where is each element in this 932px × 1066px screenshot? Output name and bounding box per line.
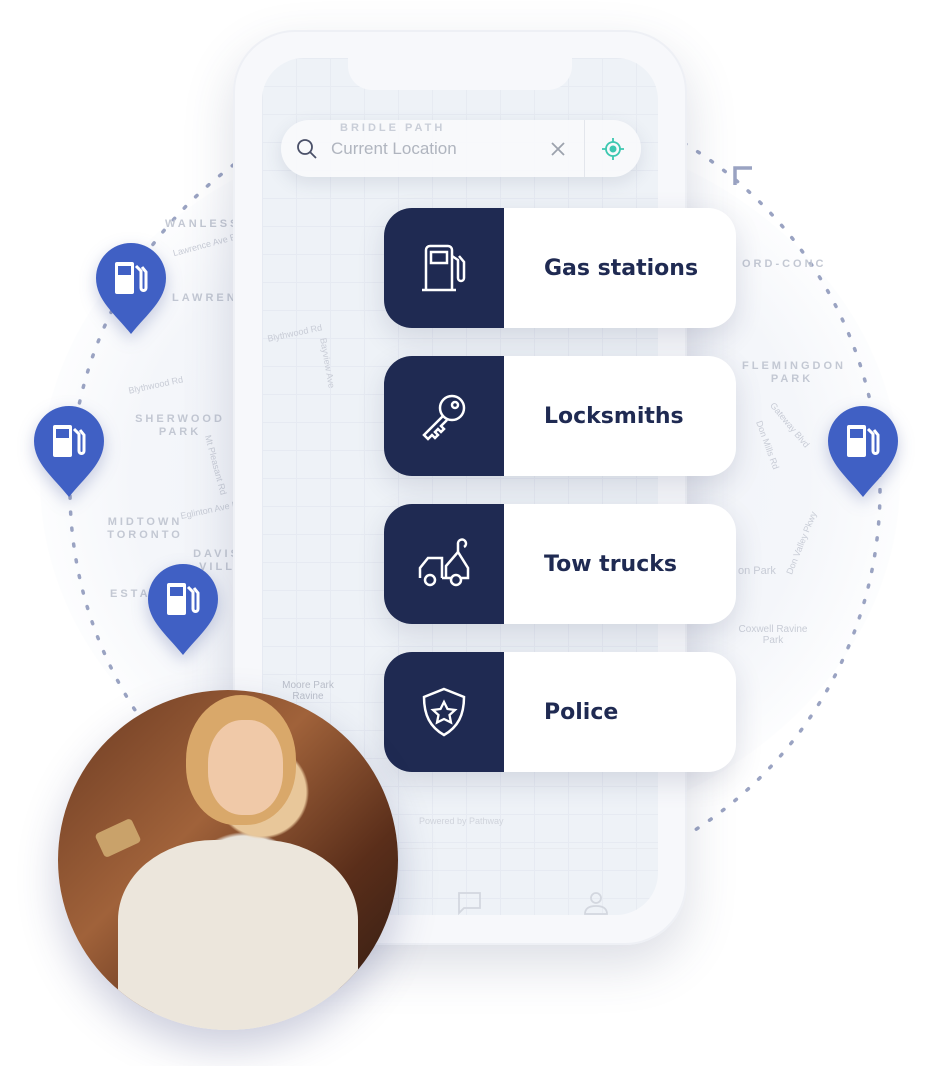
map-label: LAWREN — [172, 292, 238, 304]
search-input[interactable]: Current Location — [331, 139, 550, 159]
profile-icon[interactable] — [583, 890, 609, 915]
map-label: FLEMINGDON PARK — [742, 360, 846, 385]
gas-station-map-pin[interactable] — [33, 405, 105, 499]
map-label: BRIDLE PATH — [340, 122, 446, 134]
photo-smartphone — [94, 817, 142, 859]
category-tow-trucks[interactable]: Tow trucks — [384, 504, 736, 624]
gas-pump-icon — [422, 244, 466, 292]
map-label: MIDTOWN TORONTO — [107, 516, 183, 541]
key-icon — [422, 394, 466, 441]
street-label: on Park — [738, 565, 776, 577]
map-label: ESTA — [110, 588, 151, 600]
gas-station-map-pin[interactable] — [147, 563, 219, 657]
close-icon[interactable] — [550, 141, 566, 157]
crosshair-icon — [602, 137, 624, 160]
category-label: Locksmiths — [544, 403, 684, 429]
tow-truck-icon — [418, 538, 470, 587]
current-location-button[interactable] — [585, 137, 641, 161]
photo-coat — [118, 840, 358, 1030]
category-label: Tow trucks — [544, 551, 677, 577]
street-label: Moore Park Ravine — [282, 680, 334, 702]
location-search-bar[interactable]: Current Location — [281, 120, 641, 177]
search-icon — [297, 138, 317, 159]
phone-notch — [348, 58, 572, 90]
police-shield-icon — [422, 687, 466, 737]
map-label: WANLESS — [165, 218, 241, 230]
category-police[interactable]: Police — [384, 652, 736, 772]
category-gas-stations[interactable]: Gas stations — [384, 208, 736, 328]
category-label: Police — [544, 699, 619, 725]
category-locksmiths[interactable]: Locksmiths — [384, 356, 736, 476]
category-label: Gas stations — [544, 255, 699, 281]
powered-by-label: Powered by Pathway — [419, 816, 504, 826]
chat-icon[interactable] — [457, 890, 483, 915]
gas-station-map-pin[interactable] — [827, 405, 899, 499]
gas-station-map-pin[interactable] — [95, 242, 167, 336]
street-label: Coxwell Ravine Park — [738, 624, 808, 646]
photo-face — [208, 720, 283, 815]
map-label: ORD-CONC — [742, 258, 827, 270]
woman-using-phone-photo — [58, 690, 398, 1030]
